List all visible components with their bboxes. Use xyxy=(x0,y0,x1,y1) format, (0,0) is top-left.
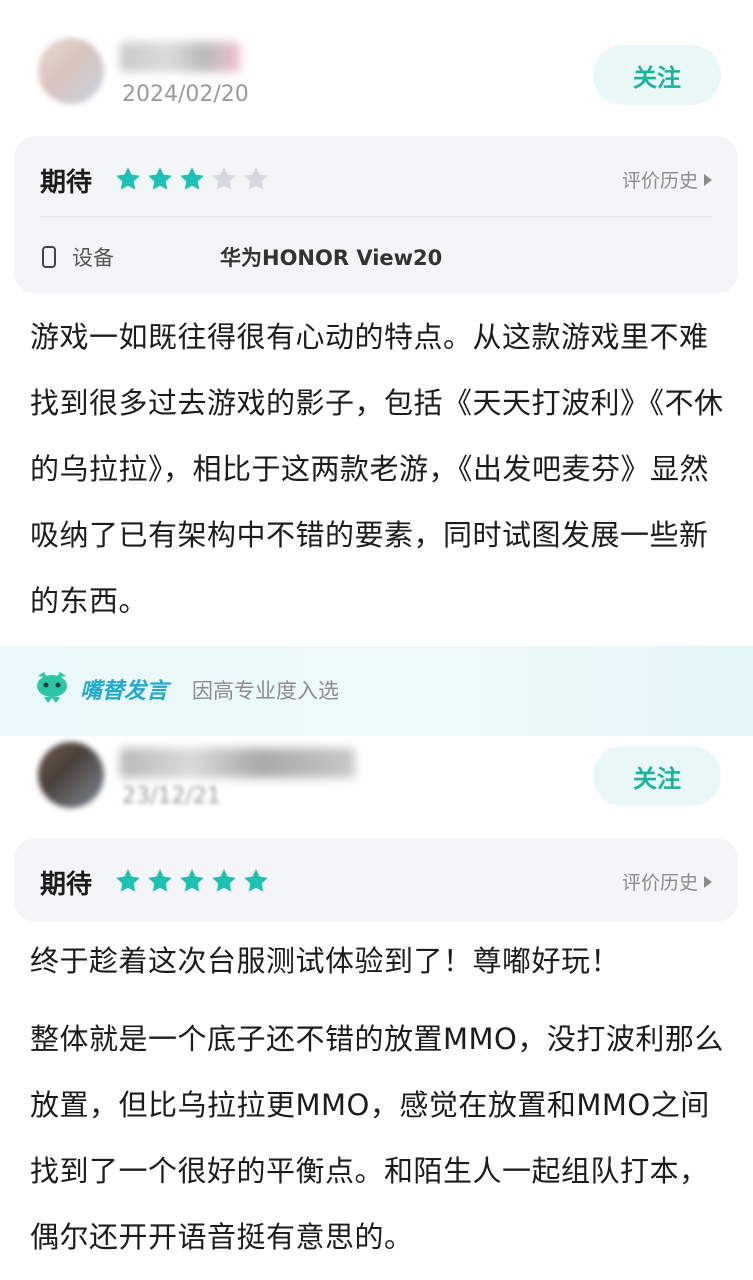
star-filled-icon xyxy=(116,167,140,190)
star-filled-icon xyxy=(180,869,204,892)
review-text: 游戏一如既往得很有心动的特点。从这款游戏里不难找到很多过去游戏的影子，包括《天天… xyxy=(30,320,724,618)
follow-button[interactable]: 关注 xyxy=(593,746,721,806)
review-text: 终于趁着这次台服测试体验到了！尊嘟好玩！ xyxy=(30,944,621,978)
banner-subtitle: 因高专业度入选 xyxy=(192,679,339,703)
triangle-right-icon xyxy=(704,875,712,888)
rating-label: 期待 xyxy=(40,870,93,900)
banner-title: 嘴替发言 xyxy=(80,679,169,704)
review-history-label: 评价历史 xyxy=(621,872,698,894)
star-filled-icon xyxy=(244,869,268,892)
device-label: 设备 xyxy=(72,246,114,270)
avatar[interactable] xyxy=(38,742,104,808)
review-history-link[interactable]: 评价历史 xyxy=(622,166,712,193)
featured-banner: 嘴替发言 因高专业度入选 xyxy=(0,646,753,736)
star-filled-icon xyxy=(180,167,204,190)
device-row: 设备 xyxy=(42,242,114,272)
star-filled-icon xyxy=(212,869,236,892)
star-filled-icon xyxy=(148,869,172,892)
review-history-label: 评价历史 xyxy=(621,170,698,192)
star-rating xyxy=(114,165,270,193)
review-history-link[interactable]: 评价历史 xyxy=(622,868,712,895)
avatar[interactable] xyxy=(38,38,104,104)
triangle-right-icon xyxy=(704,173,712,186)
review-text: 整体就是一个底子还不错的放置MMO，没打波利那么放置，但比乌拉拉更MMO，感觉在… xyxy=(30,1022,724,1254)
follow-button[interactable]: 关注 xyxy=(593,45,721,105)
star-empty-icon xyxy=(212,167,236,190)
star-empty-icon xyxy=(244,167,268,190)
star-rating xyxy=(114,867,270,895)
rating-label: 期待 xyxy=(40,168,93,198)
divider xyxy=(40,216,712,217)
rating-card: 期待 评价历史 xyxy=(14,838,738,922)
review-date: 2024/02/20 xyxy=(122,82,249,107)
mascot-icon xyxy=(37,672,67,703)
rating-card: 期待 评价历史 设备 华为HONOR View20 xyxy=(14,136,738,294)
username-blurred[interactable] xyxy=(120,42,240,72)
phone-icon xyxy=(42,246,56,268)
star-filled-icon xyxy=(148,167,172,190)
username-blurred[interactable] xyxy=(120,748,355,778)
device-value: 华为HONOR View20 xyxy=(220,246,443,270)
review-date: 23/12/21 xyxy=(122,784,221,809)
star-filled-icon xyxy=(116,869,140,892)
